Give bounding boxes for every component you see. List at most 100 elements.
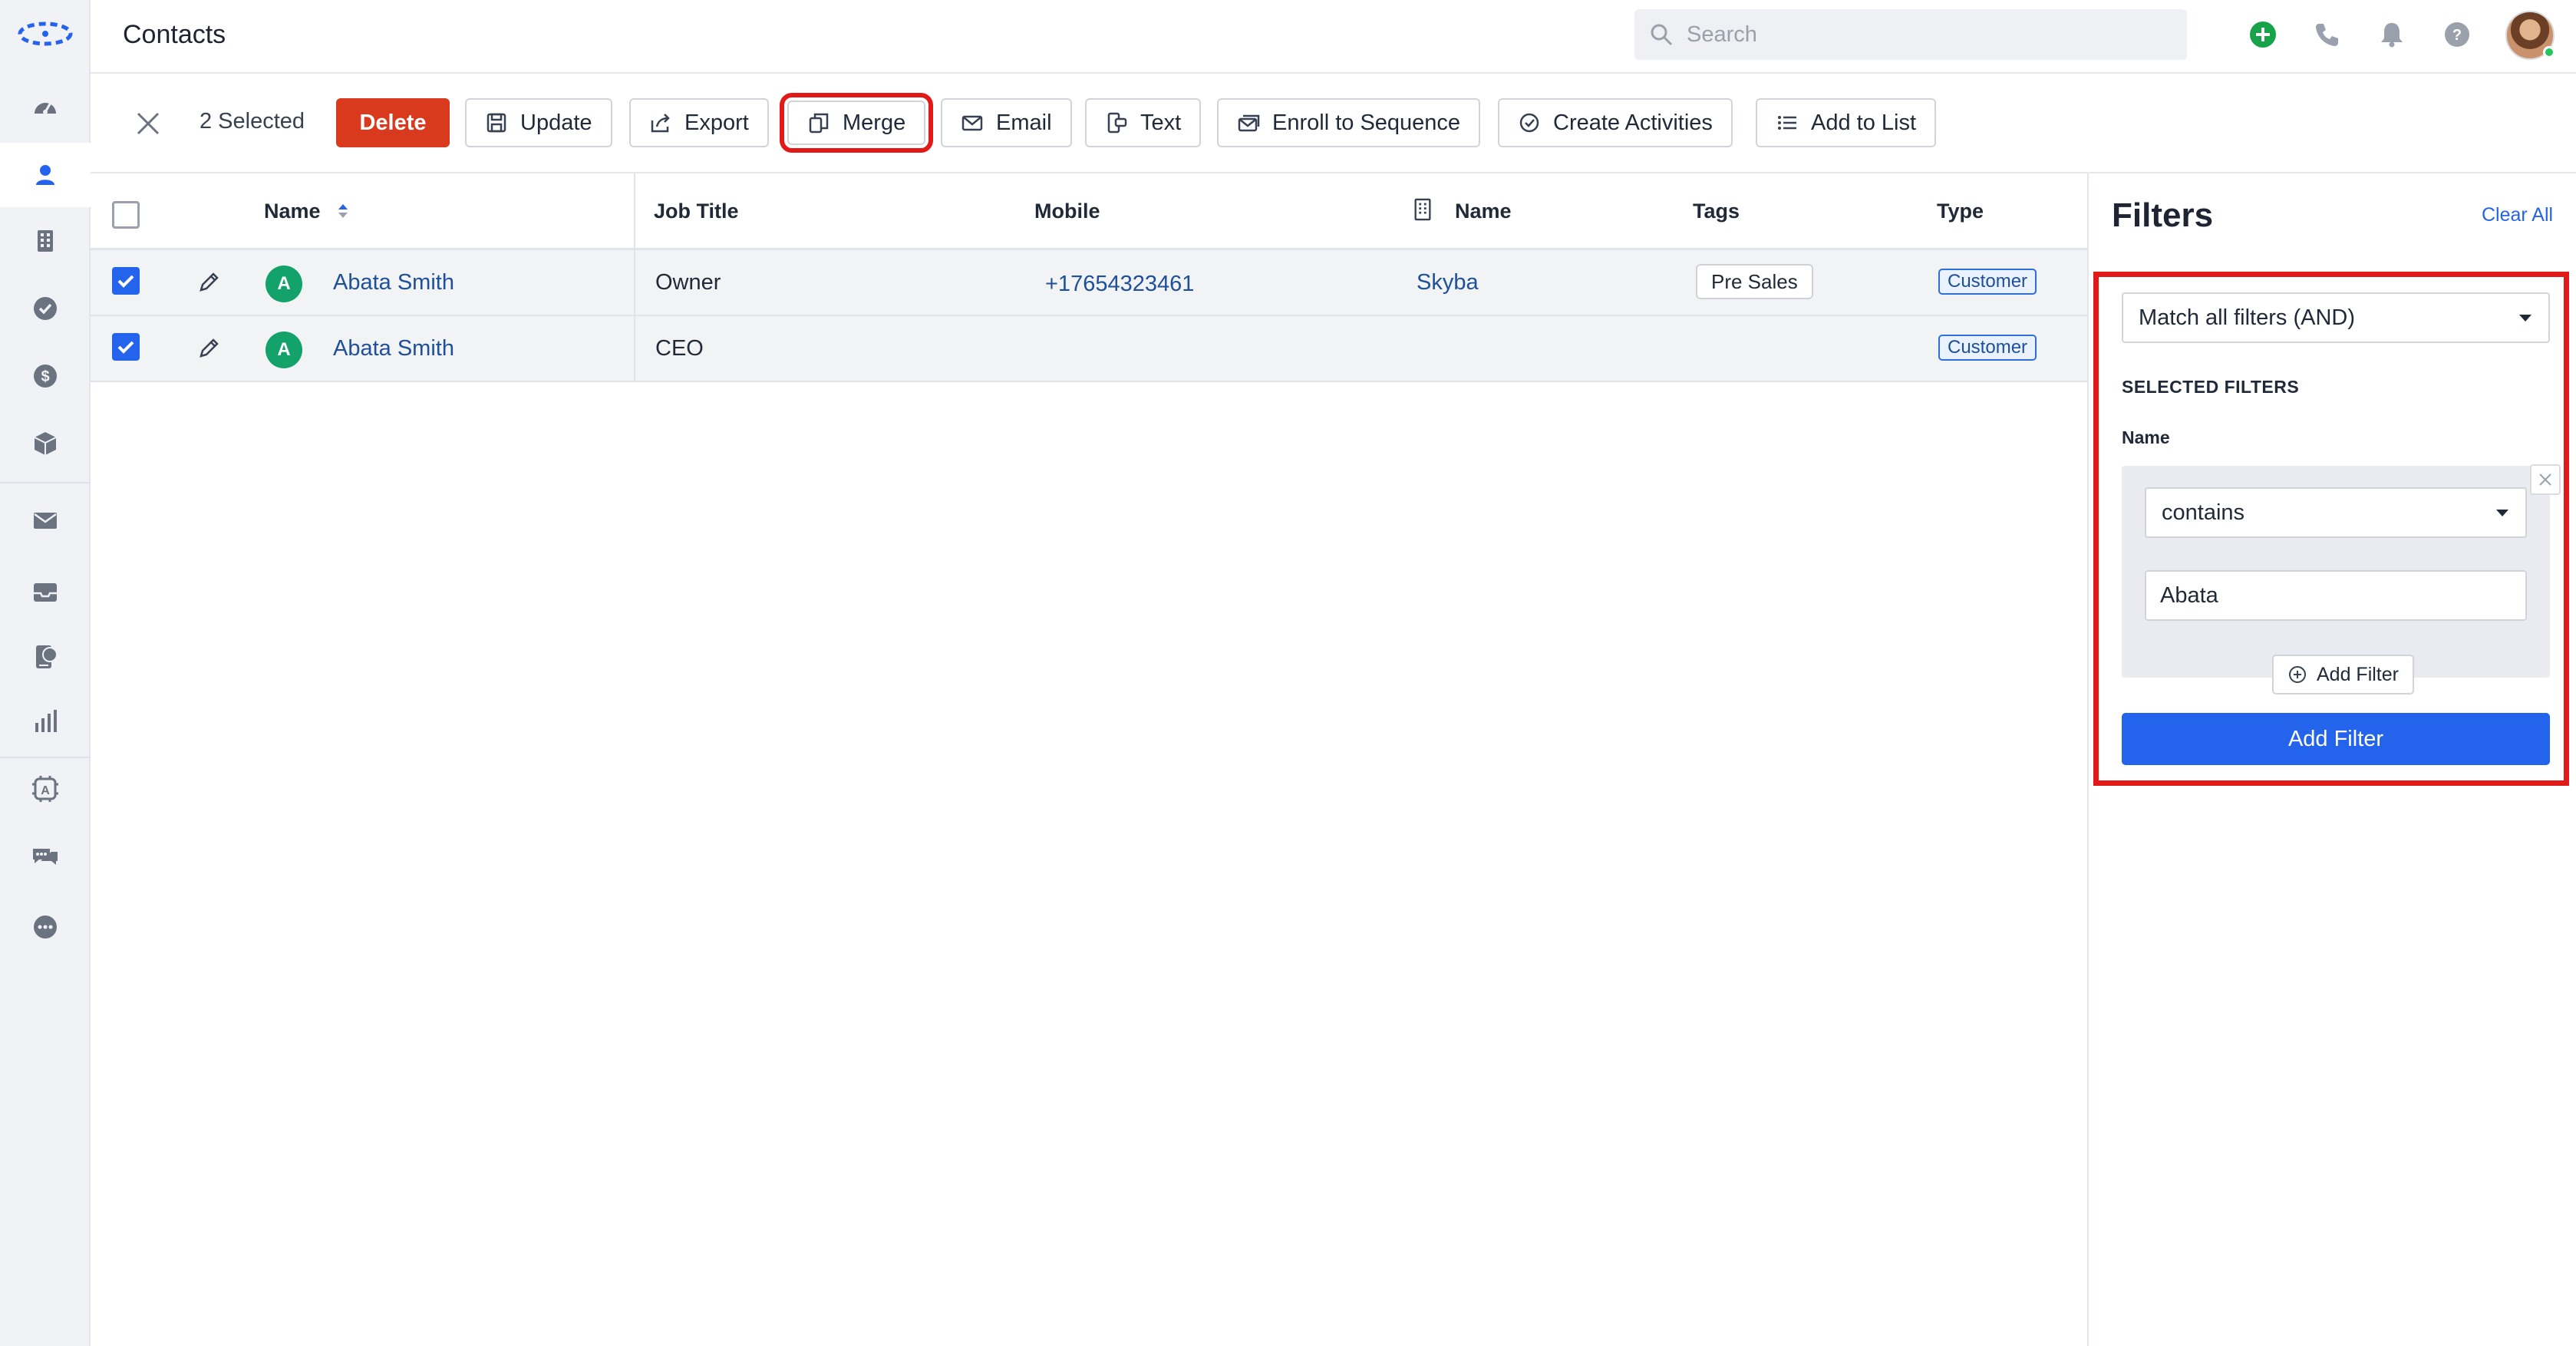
add-filter-inline-label: Add Filter: [2317, 663, 2399, 685]
select-all-checkbox[interactable]: [112, 201, 140, 229]
add-to-list-button[interactable]: Add to List: [1756, 98, 1937, 147]
update-button[interactable]: Update: [465, 98, 612, 147]
bell-icon: [2381, 23, 2403, 48]
delete-button[interactable]: Delete: [336, 98, 450, 147]
tasks-icon: [34, 297, 57, 320]
chevron-down-icon: [2496, 510, 2508, 516]
app-root: $ A Contacts Search ? 2 Selected Delete …: [0, 0, 2576, 1346]
reports-icon: [35, 710, 57, 732]
column-header-name[interactable]: Name: [264, 200, 349, 223]
job-title-cell: Owner: [655, 270, 721, 295]
sidebar-item-email[interactable]: [0, 488, 91, 553]
email-icon: [961, 115, 983, 131]
list-icon: [1778, 116, 1796, 130]
sidebar: $ A: [0, 0, 91, 1346]
table-row[interactable]: A Abata Smith Owner +17654323461 Skyba P…: [91, 250, 2087, 316]
sidebar-item-products[interactable]: [0, 411, 91, 476]
dashboard-icon: [35, 102, 56, 114]
sidebar-item-reports[interactable]: [0, 689, 91, 754]
email-icon: [34, 513, 57, 529]
merge-button[interactable]: Merge: [779, 93, 934, 153]
phone-button[interactable]: [2310, 17, 2345, 52]
filter-value-input[interactable]: [2145, 570, 2527, 621]
company-link[interactable]: Skyba: [1417, 270, 1479, 295]
sort-icon[interactable]: [337, 203, 349, 219]
contact-name-link[interactable]: Abata Smith: [333, 270, 454, 295]
contact-name-link[interactable]: Abata Smith: [333, 336, 454, 361]
notifications-button[interactable]: [2374, 17, 2409, 52]
contacts-icon: [36, 165, 54, 185]
filter-field-label: Name: [2122, 427, 2170, 447]
search-box[interactable]: [1634, 9, 2187, 60]
sidebar-item-dashboard[interactable]: [0, 75, 91, 140]
mobile-link[interactable]: +17654323461: [1045, 272, 1194, 297]
enroll-label: Enroll to Sequence: [1272, 110, 1461, 135]
column-header-type[interactable]: Type: [1937, 200, 1984, 223]
online-status-indicator: [2543, 46, 2555, 58]
column-divider[interactable]: [634, 173, 635, 382]
close-selection-icon[interactable]: [130, 106, 166, 141]
avatar: A: [266, 266, 302, 302]
sidebar-item-companies[interactable]: [0, 209, 91, 273]
text-button[interactable]: Text: [1085, 98, 1202, 147]
sidebar-item-deals[interactable]: $: [0, 344, 91, 408]
help-icon: ?: [2445, 22, 2469, 47]
export-button[interactable]: Export: [629, 98, 769, 147]
row-checkbox[interactable]: [112, 333, 140, 361]
pencil-icon[interactable]: [195, 269, 223, 296]
create-activities-label: Create Activities: [1553, 110, 1713, 135]
table-header: Name Job Title Mobile Name Tags Type: [91, 173, 2087, 250]
sidebar-item-more[interactable]: [0, 895, 91, 959]
job-title-cell: CEO: [655, 336, 704, 361]
sidebar-item-phone-chat[interactable]: [0, 625, 91, 689]
sidebar-item-tasks[interactable]: [0, 276, 91, 341]
search-input[interactable]: [1687, 21, 2147, 48]
pencil-icon[interactable]: [195, 335, 223, 362]
add-filter-button[interactable]: Add Filter: [2122, 713, 2550, 765]
sidebar-item-contacts[interactable]: [0, 143, 91, 207]
save-icon: [487, 113, 506, 133]
filters-panel: Filters Clear All Match all filters (AND…: [2087, 173, 2576, 1346]
search-icon: [1651, 24, 1673, 46]
svg-text:?: ?: [2452, 27, 2462, 44]
merge-label: Merge: [843, 110, 906, 135]
operator-select[interactable]: contains: [2145, 487, 2527, 538]
sidebar-item-chat[interactable]: [0, 826, 91, 890]
close-icon: [2539, 473, 2551, 486]
help-button[interactable]: ?: [2439, 17, 2475, 52]
filters-title: Filters: [2112, 196, 2214, 234]
sidebar-item-automation[interactable]: A: [0, 757, 91, 821]
table-row[interactable]: A Abata Smith CEO Customer: [91, 316, 2087, 382]
match-mode-select[interactable]: Match all filters (AND): [2122, 292, 2550, 343]
chevron-down-icon: [2519, 315, 2531, 322]
bulk-action-bar: 2 Selected Delete Update Export Merge Em…: [91, 75, 2576, 173]
add-icon: [2250, 21, 2276, 48]
row-checkbox[interactable]: [112, 267, 140, 295]
check-circle-icon: [1519, 113, 1539, 133]
export-label: Export: [684, 110, 749, 135]
column-header-job-title[interactable]: Job Title: [654, 200, 739, 223]
deals-icon: $: [34, 365, 57, 388]
update-label: Update: [520, 110, 592, 135]
contacts-table: Name Job Title Mobile Name Tags Type A A…: [91, 173, 2087, 1346]
filter-criteria-group: contains Add Filter: [2122, 464, 2561, 694]
selected-count: 2 Selected: [200, 109, 305, 134]
sidebar-item-inbox[interactable]: [0, 560, 91, 625]
add-button[interactable]: [2245, 17, 2281, 52]
column-header-tags[interactable]: Tags: [1693, 200, 1740, 223]
operator-value: contains: [2162, 500, 2245, 525]
column-header-mobile[interactable]: Mobile: [1034, 200, 1100, 223]
column-header-company-name[interactable]: Name: [1455, 200, 1512, 223]
page-title: Contacts: [123, 20, 226, 49]
app-logo-icon[interactable]: [17, 18, 74, 49]
svg-text:$: $: [41, 368, 49, 385]
enroll-to-sequence-button[interactable]: Enroll to Sequence: [1217, 98, 1481, 147]
email-button[interactable]: Email: [941, 98, 1072, 147]
create-activities-button[interactable]: Create Activities: [1498, 98, 1733, 147]
remove-filter-button[interactable]: [2530, 464, 2561, 495]
add-filter-inline-button[interactable]: Add Filter: [2272, 655, 2414, 694]
clear-all-link[interactable]: Clear All: [2482, 204, 2553, 226]
svg-text:A: A: [41, 784, 50, 797]
plus-circle-icon: [2289, 666, 2306, 683]
text-label: Text: [1140, 110, 1182, 135]
